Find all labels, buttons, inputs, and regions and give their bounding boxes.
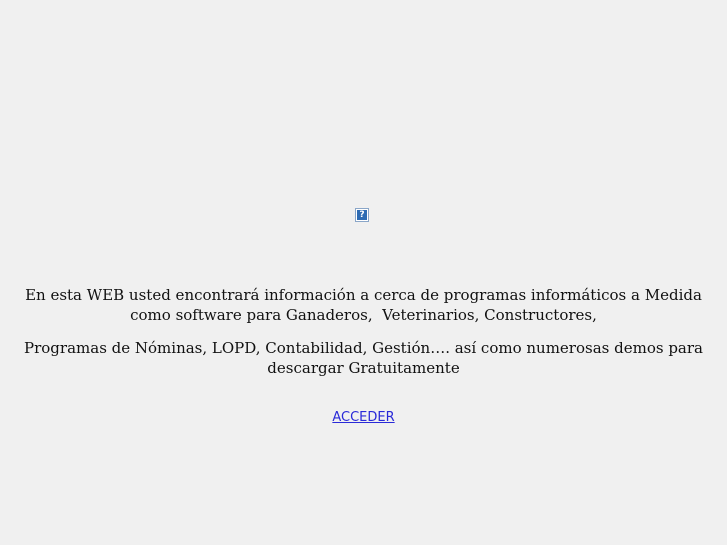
intro-paragraph-2: Programas de Nóminas, LOPD, Contabilidad… — [0, 338, 727, 378]
access-link-container: ACCEDER — [0, 410, 727, 426]
intro-line-2: como software para Ganaderos, Veterinari… — [130, 306, 597, 324]
intro-paragraph-1: En esta WEB usted encontrará información… — [0, 285, 727, 325]
intro-line-1: En esta WEB usted encontrará información… — [25, 286, 702, 304]
acceder-link[interactable]: ACCEDER — [332, 410, 394, 425]
intro-line-4: descargar Gratuitamente — [267, 359, 460, 377]
intro-line-3: Programas de Nóminas, LOPD, Contabilidad… — [24, 339, 703, 357]
question-mark-icon: ? — [357, 210, 367, 220]
broken-image-icon: ? — [355, 208, 369, 222]
